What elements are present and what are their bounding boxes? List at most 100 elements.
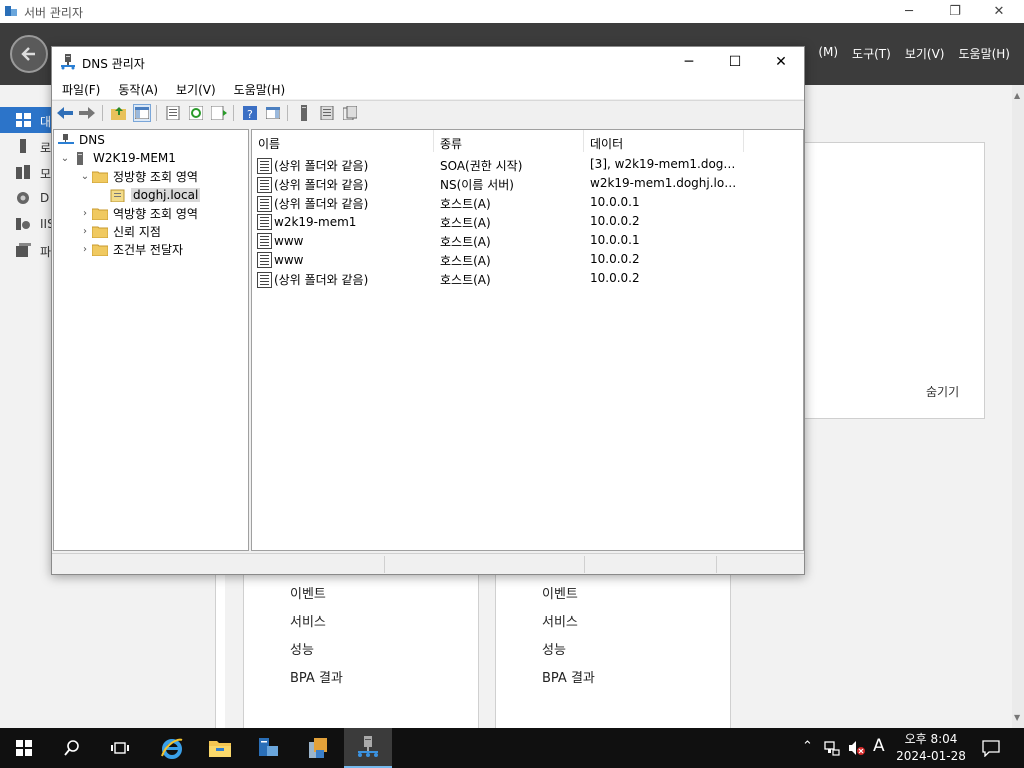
scroll-up-icon[interactable]: ▲ xyxy=(1014,91,1020,100)
dns-minimize-button[interactable]: ─ xyxy=(666,47,712,77)
record-data: 10.0.0.1 xyxy=(590,195,640,209)
minimize-button[interactable]: ─ xyxy=(886,0,932,23)
collapse-arrow-icon[interactable]: ⌄ xyxy=(78,171,92,182)
back-button[interactable] xyxy=(10,35,48,73)
expand-arrow-icon[interactable]: › xyxy=(78,244,92,255)
column-header-data[interactable]: 데이터 xyxy=(584,130,744,152)
column-header-name[interactable]: 이름 xyxy=(252,130,434,152)
status-divider xyxy=(716,556,717,573)
server-manager-menu: (M) 도구(T) 보기(V) 도움말(H) xyxy=(818,45,1010,62)
refresh-button[interactable] xyxy=(187,104,205,122)
back-arrow-icon xyxy=(57,107,73,119)
restore-button[interactable]: ❐ xyxy=(932,0,978,23)
tile-link-bpa[interactable]: BPA 결과 xyxy=(290,667,343,686)
copy-records-button[interactable] xyxy=(341,104,359,122)
hide-link[interactable]: 숨기기 xyxy=(926,383,959,400)
expand-arrow-icon[interactable]: › xyxy=(78,226,92,237)
record-name: www xyxy=(274,234,304,248)
input-method-indicator[interactable]: A xyxy=(873,736,885,756)
menu-view[interactable]: 보기(V) xyxy=(905,45,945,62)
dns-record-icon xyxy=(257,176,272,193)
dns-record-icon xyxy=(257,233,272,249)
table-row[interactable]: (상위 폴더와 같음) NS(이름 서버) w2k19-mem1.doghj.l… xyxy=(252,174,803,193)
volume-muted-icon[interactable] xyxy=(848,740,866,756)
tree-node-server[interactable]: ⌄ W2K19-MEM1 xyxy=(58,149,176,167)
collapse-arrow-icon[interactable]: ⌄ xyxy=(58,153,72,164)
close-button[interactable]: ✕ xyxy=(976,0,1022,23)
tile-link-events[interactable]: 이벤트 xyxy=(542,583,578,602)
table-row[interactable]: w2k19-mem1 호스트(A) 10.0.0.2 xyxy=(252,212,803,231)
sidebar-item-file-services[interactable]: 파 xyxy=(0,237,52,263)
menu-action[interactable]: 동작(A) xyxy=(108,77,166,99)
menu-manage[interactable]: (M) xyxy=(818,45,838,62)
show-hide-console-tree-button[interactable] xyxy=(133,104,151,122)
export-list-button[interactable] xyxy=(210,104,228,122)
table-row[interactable]: (상위 폴더와 같음) 호스트(A) 10.0.0.1 xyxy=(252,193,803,212)
tree-node-zone-doghj[interactable]: doghj.local xyxy=(96,186,201,204)
dns-record-icon xyxy=(257,271,272,288)
server-manager-title: 서버 관리자 xyxy=(24,6,84,20)
tile-link-bpa[interactable]: BPA 결과 xyxy=(542,667,595,686)
toolbar-separator xyxy=(102,105,103,121)
menu-help[interactable]: 도움말(H) xyxy=(958,45,1010,62)
properties-button[interactable] xyxy=(164,104,182,122)
back-button[interactable] xyxy=(56,104,74,122)
sidebar-item-dashboard[interactable]: 대 xyxy=(0,107,52,133)
clock[interactable]: 오후 8:04 2024-01-28 xyxy=(890,731,972,765)
table-row[interactable]: www 호스트(A) 10.0.0.1 xyxy=(252,231,803,250)
tile-link-performance[interactable]: 성능 xyxy=(290,639,314,658)
dns-manager-titlebar: DNS 관리자 ─ ☐ ✕ xyxy=(52,47,804,77)
record-data: w2k19-mem1.doghj.local. xyxy=(590,176,742,190)
sidebar-item-local-server[interactable]: 로 xyxy=(0,133,52,159)
forward-button[interactable] xyxy=(78,104,96,122)
dns-close-button[interactable]: ✕ xyxy=(758,47,804,77)
menu-help[interactable]: 도움말(H) xyxy=(224,77,294,99)
help-button[interactable]: ? xyxy=(241,104,259,122)
tile-link-performance[interactable]: 성능 xyxy=(542,639,566,658)
scroll-down-icon[interactable]: ▼ xyxy=(1014,713,1020,722)
column-header-type[interactable]: 종류 xyxy=(434,130,584,152)
vertical-scrollbar[interactable]: ▲ ▼ xyxy=(1012,85,1024,728)
record-type: SOA(권한 시작) xyxy=(440,159,523,173)
tree-node-forward-lookup-zones[interactable]: ⌄ 정방향 조회 영역 xyxy=(78,167,198,185)
table-row[interactable]: (상위 폴더와 같음) SOA(권한 시작) [3], w2k19-mem1.d… xyxy=(252,155,803,174)
show-hide-action-pane-button[interactable] xyxy=(264,104,282,122)
expand-arrow-icon[interactable]: › xyxy=(78,208,92,219)
menu-tools[interactable]: 도구(T) xyxy=(852,45,891,62)
tree-node-dns[interactable]: DNS xyxy=(58,131,105,149)
menu-file[interactable]: 파일(F) xyxy=(52,77,108,99)
table-row[interactable]: www 호스트(A) 10.0.0.2 xyxy=(252,250,803,269)
table-row[interactable]: (상위 폴더와 같음) 호스트(A) 10.0.0.2 xyxy=(252,269,803,288)
server-manager-titlebar: 서버 관리자 ─ ❐ ✕ xyxy=(0,0,1024,23)
tile-link-events[interactable]: 이벤트 xyxy=(290,583,326,602)
clock-time: 오후 8:04 xyxy=(904,732,958,746)
sidebar-item-all-servers[interactable]: 모 xyxy=(0,159,52,185)
record-name: (상위 폴더와 같음) xyxy=(274,273,369,287)
sidebar-item-dns[interactable]: D xyxy=(0,185,52,211)
tile-link-services[interactable]: 서비스 xyxy=(542,611,578,630)
tree-node-label: W2K19-MEM1 xyxy=(93,151,176,165)
properties-icon xyxy=(166,106,180,120)
zone-icon xyxy=(110,189,125,202)
refresh-icon xyxy=(189,106,203,120)
folder-icon xyxy=(92,208,108,220)
network-icon[interactable] xyxy=(824,740,840,756)
tree-node-trust-points[interactable]: › 신뢰 지점 xyxy=(78,222,161,240)
record-type: 호스트(A) xyxy=(440,273,491,287)
system-tray: ⌃ A 오후 8:04 2024-01-28 xyxy=(0,728,1024,768)
tile-link-services[interactable]: 서비스 xyxy=(290,611,326,630)
local-server-icon xyxy=(20,139,26,153)
action-pane-icon xyxy=(266,107,280,119)
tree-node-reverse-lookup-zones[interactable]: › 역방향 조회 영역 xyxy=(78,204,198,222)
tree-node-conditional-forwarders[interactable]: › 조건부 전달자 xyxy=(78,240,183,258)
action-center-icon[interactable] xyxy=(982,739,1000,757)
record-list-button[interactable] xyxy=(318,104,336,122)
record-name: (상위 폴더와 같음) xyxy=(274,197,369,211)
menu-view[interactable]: 보기(V) xyxy=(166,77,224,99)
show-hidden-icons-icon[interactable]: ⌃ xyxy=(802,739,813,754)
update-server-data-button[interactable] xyxy=(295,104,313,122)
sidebar-item-iis[interactable]: IIS xyxy=(0,211,52,237)
dns-record-icon xyxy=(257,214,272,230)
dns-maximize-button[interactable]: ☐ xyxy=(712,47,758,77)
up-one-level-button[interactable] xyxy=(110,104,128,122)
